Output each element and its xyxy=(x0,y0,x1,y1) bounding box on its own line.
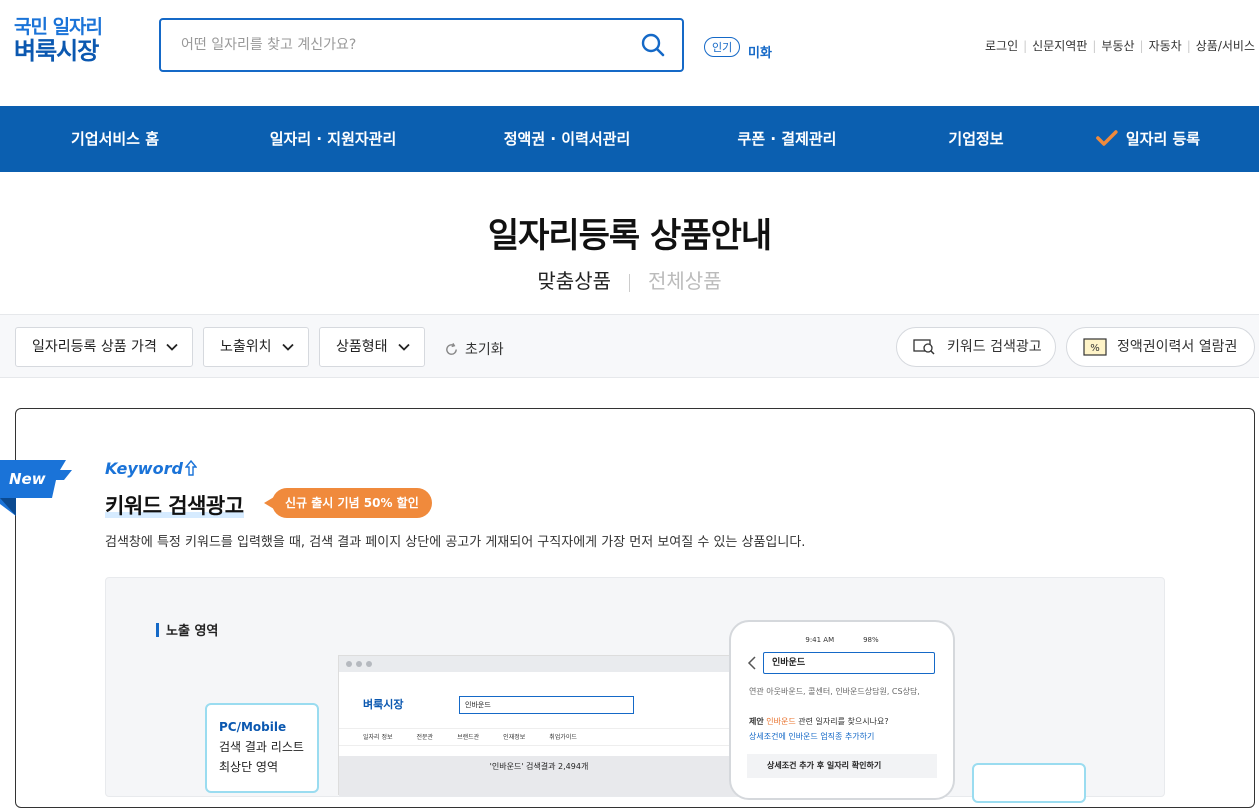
mock-status-bar: 9:41 AM 98% xyxy=(743,636,941,644)
search-ad-icon xyxy=(913,339,935,355)
type-dropdown-label: 상품형태 xyxy=(336,339,388,355)
chevron-down-icon xyxy=(166,343,178,351)
pc-callout: PC/Mobile 검색 결과 리스트 최상단 영역 xyxy=(205,703,319,793)
product-description: 검색창에 특정 키워드를 입력했을 때, 검색 결과 페이지 상단에 공고가 게… xyxy=(105,535,806,550)
mock-logo: 벼룩시장 xyxy=(363,698,404,711)
position-dropdown[interactable]: 노출위치 xyxy=(203,327,309,367)
popular-keyword-text[interactable]: 미화 xyxy=(748,42,772,61)
mock-nav: 일자리 정보 전문관 브랜드관 인재정보 취업가이드 xyxy=(339,728,739,746)
logo-line2: 벼룩시장 xyxy=(14,37,99,65)
top-links: 로그인 | 신문지역판 | 부동산 | 자동차 | 상품/서비스 xyxy=(984,39,1255,53)
product-eyebrow-text: Keyword xyxy=(105,459,183,478)
logo-line1: 국민 일자리 xyxy=(14,16,103,38)
tab-custom-products[interactable]: 맞춤상품 xyxy=(537,269,611,293)
exposure-title-text: 노출 영역 xyxy=(166,624,219,639)
real-estate-link[interactable]: 부동산 xyxy=(1101,39,1134,53)
resume-pass-pill[interactable]: % 정액권이력서 열람권 xyxy=(1066,327,1255,367)
mock-search: 인바운드 xyxy=(459,696,634,714)
nav-job-applicant-management[interactable]: 일자리 · 지원자관리 xyxy=(270,106,397,172)
product-eyebrow: Keyword xyxy=(105,459,198,478)
nav-job-register-label: 일자리 등록 xyxy=(1125,130,1201,148)
product-title: 키워드 검색광고 xyxy=(105,490,244,520)
check-icon xyxy=(1096,130,1118,146)
logo[interactable]: 국민 일자리 벼룩시장 xyxy=(14,16,124,65)
resume-pass-pill-label: 정액권이력서 열람권 xyxy=(1117,339,1238,355)
mobile-mockup: 9:41 AM 98% 인바운드 연관 아웃바운드, 콜센터, 인바운드상담원,… xyxy=(729,620,955,800)
new-ribbon-icon xyxy=(0,460,72,516)
nav-business-home[interactable]: 기업서비스 홈 xyxy=(71,106,159,172)
car-link[interactable]: 자동차 xyxy=(1149,39,1182,53)
nav-coupon-payment[interactable]: 쿠폰 · 결제관리 xyxy=(738,106,837,172)
reset-button[interactable]: 초기화 xyxy=(444,339,504,359)
mock-suggest: 제안 인바운드 관련 일자리를 찾으시나요? 상세조건에 인바운드 업직종 추가… xyxy=(749,714,889,744)
exposure-title: 노출 영역 xyxy=(156,620,218,639)
new-flag: New xyxy=(0,458,72,518)
mock-suggest-kw: 인바운드 xyxy=(766,717,796,726)
arrow-up-icon xyxy=(184,459,198,476)
mock-nav-item: 브랜드관 xyxy=(457,734,480,741)
back-icon xyxy=(747,656,756,670)
pc-callout-line: PC/Mobile xyxy=(219,720,287,734)
product-title-text: 키워드 검색광고 xyxy=(105,494,244,518)
chevron-down-icon xyxy=(282,343,294,351)
reset-label: 초기화 xyxy=(465,342,504,358)
nav-company-info[interactable]: 기업정보 xyxy=(948,106,1003,172)
pc-mockup: 벼룩시장 인바운드 일자리 정보 전문관 브랜드관 인재정보 취업가이드 '인바운드' … xyxy=(338,655,739,796)
svg-text:%: % xyxy=(1090,343,1100,354)
main-nav: 기업서비스 홈 일자리 · 지원자관리 정액권 · 이력서관리 쿠폰 · 결제관… xyxy=(0,106,1259,172)
mock-nav-item: 전문관 xyxy=(416,734,434,741)
price-dropdown[interactable]: 일자리등록 상품 가격 xyxy=(15,327,193,367)
products-services-link[interactable]: 상품/서비스 xyxy=(1196,39,1255,53)
sub-tabs: 맞춤상품 전체상품 xyxy=(0,265,1259,294)
mock-related: 연관 아웃바운드, 콜센터, 인바운드상담원, CS상담, xyxy=(749,687,920,696)
filter-bar: 일자리등록 상품 가격 노출위치 상품형태 초기화 키워드 검색광고 % 정액권… xyxy=(0,314,1259,378)
login-link[interactable]: 로그인 xyxy=(985,39,1018,53)
search-icon[interactable] xyxy=(640,32,666,58)
mobile-callout xyxy=(972,763,1086,803)
price-dropdown-label: 일자리등록 상품 가격 xyxy=(32,339,157,355)
newspaper-region-link[interactable]: 신문지역판 xyxy=(1032,39,1087,53)
mock-result: '인바운드' 검색결과 2,494개 xyxy=(339,756,739,796)
popular-badge: 인기 xyxy=(704,37,741,57)
page-title: 일자리등록 상품안내 xyxy=(487,216,772,256)
mock-nav-item: 일자리 정보 xyxy=(363,734,393,741)
popular-keyword[interactable]: 인기 미화 xyxy=(704,36,772,61)
tab-all-products[interactable]: 전체상품 xyxy=(648,269,722,293)
mock-suggest-prefix: 제안 xyxy=(749,717,764,726)
mock-battery: 98% xyxy=(863,636,879,644)
promo-badge-text: 신규 출시 기념 50% 할인 xyxy=(272,488,432,518)
position-dropdown-label: 노출위치 xyxy=(220,339,272,355)
mock-nav-item: 인재정보 xyxy=(503,734,526,741)
refresh-icon xyxy=(446,343,457,355)
nav-pass-resume-management[interactable]: 정액권 · 이력서관리 xyxy=(504,106,631,172)
keyword-ad-pill[interactable]: 키워드 검색광고 xyxy=(896,327,1056,367)
type-dropdown[interactable]: 상품형태 xyxy=(319,327,425,367)
mock-phone-search: 인바운드 xyxy=(763,652,935,674)
search-box xyxy=(159,18,684,72)
new-flag-label: New xyxy=(9,470,46,488)
pc-callout-line: 최상단 영역 xyxy=(219,760,279,774)
search-input[interactable] xyxy=(181,33,621,57)
pc-callout-line: 검색 결과 리스트 xyxy=(219,740,304,754)
mock-time: 9:41 AM xyxy=(805,636,835,644)
keyword-ad-pill-label: 키워드 검색광고 xyxy=(947,339,1042,355)
nav-job-register[interactable]: 일자리 등록 xyxy=(1096,106,1200,172)
mock-suggest-rest: 관련 일자리를 찾으시나요? xyxy=(798,717,889,726)
mock-nav-item: 취업가이드 xyxy=(549,734,577,741)
mock-suggest-link: 상세조건에 인바운드 업직종 추가하기 xyxy=(749,732,875,741)
mock-condition: 상세조건 추가 후 일자리 확인하기 xyxy=(747,754,937,778)
coupon-icon: % xyxy=(1083,338,1107,356)
chevron-down-icon xyxy=(398,343,410,351)
